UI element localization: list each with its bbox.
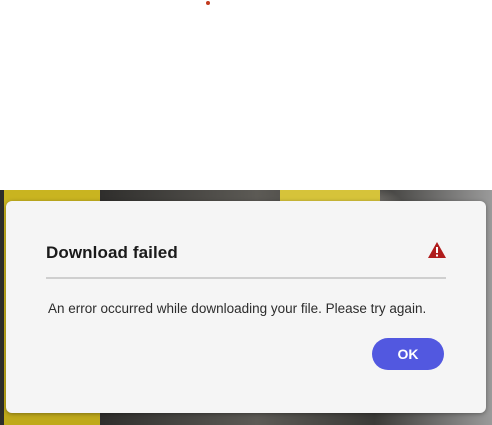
dialog-message: An error occurred while downloading your… (48, 301, 427, 316)
ok-button[interactable]: OK (372, 338, 444, 370)
dialog-title: Download failed (46, 243, 178, 262)
error-dialog: Download failed An error occurred while … (6, 201, 486, 413)
loading-dot (206, 1, 210, 5)
dialog-divider (46, 277, 446, 279)
alert-triangle-icon (428, 242, 446, 258)
background-left-edge (0, 190, 4, 425)
page-background (0, 0, 492, 190)
